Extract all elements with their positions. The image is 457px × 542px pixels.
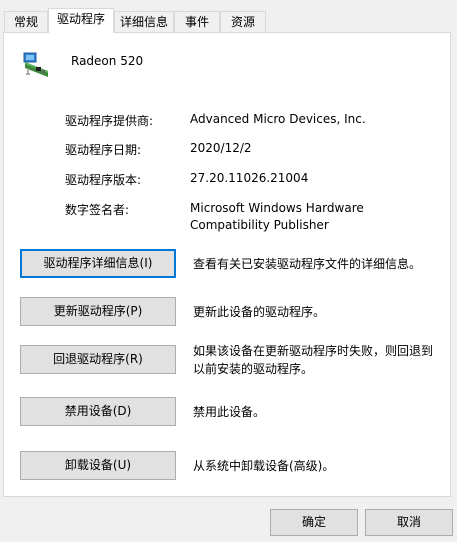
tab-resources[interactable]: 资源: [220, 11, 266, 32]
driver-details-button[interactable]: 驱动程序详细信息(I): [20, 249, 176, 278]
rollback-desc-line2: 以前安装的驱动程序。: [193, 362, 314, 376]
tab-general[interactable]: 常规: [4, 11, 48, 32]
uninstall-device-button[interactable]: 卸载设备(U): [20, 451, 176, 480]
signer-value: Microsoft Windows Hardware Compatibility…: [190, 200, 364, 234]
date-label: 驱动程序日期:: [65, 143, 142, 157]
provider-value: Advanced Micro Devices, Inc.: [190, 112, 366, 126]
display-adapter-icon: [22, 52, 52, 80]
tab-details[interactable]: 详细信息: [114, 11, 174, 32]
rollback-desc-line1: 如果该设备在更新驱动程序时失败，则回退到: [193, 344, 434, 358]
signer-value-line1: Microsoft Windows Hardware: [190, 201, 364, 215]
version-label: 驱动程序版本:: [65, 173, 142, 187]
update-driver-desc: 更新此设备的驱动程序。: [193, 305, 326, 319]
device-name: Radeon 520: [71, 54, 144, 68]
signer-label: 数字签名者:: [65, 203, 130, 217]
tab-events[interactable]: 事件: [174, 11, 220, 32]
disable-device-button[interactable]: 禁用设备(D): [20, 397, 176, 426]
disable-device-desc: 禁用此设备。: [193, 405, 266, 419]
provider-label: 驱动程序提供商:: [65, 114, 154, 128]
date-value: 2020/12/2: [190, 141, 252, 155]
tab-driver[interactable]: 驱动程序: [48, 8, 114, 33]
rollback-driver-button[interactable]: 回退驱动程序(R): [20, 345, 176, 374]
driver-details-desc: 查看有关已安装驱动程序文件的详细信息。: [193, 257, 422, 271]
update-driver-button[interactable]: 更新驱动程序(P): [20, 297, 176, 326]
version-value: 27.20.11026.21004: [190, 171, 309, 185]
cancel-button[interactable]: 取消: [365, 509, 453, 536]
signer-value-line2: Compatibility Publisher: [190, 218, 329, 232]
ok-button[interactable]: 确定: [270, 509, 358, 536]
rollback-driver-desc: 如果该设备在更新驱动程序时失败，则回退到 以前安装的驱动程序。: [193, 342, 448, 378]
uninstall-device-desc: 从系统中卸载设备(高级)。: [193, 459, 335, 473]
